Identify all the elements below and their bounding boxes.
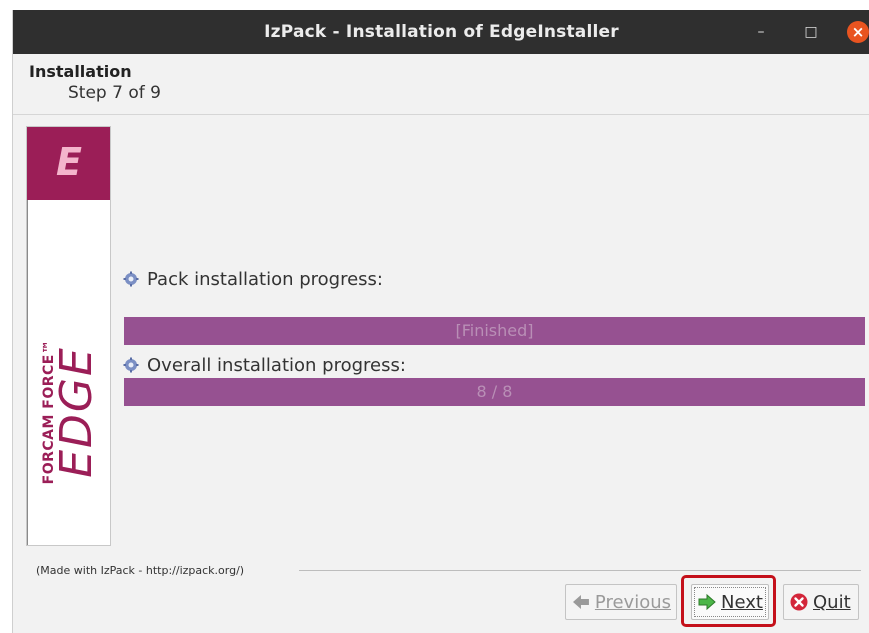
- brand-vertical: FORCAM FORCE™ EDGE: [37, 282, 102, 542]
- quit-button-label: Quit: [813, 591, 851, 613]
- window-title: IzPack - Installation of EdgeInstaller: [264, 22, 619, 42]
- close-button[interactable]: ×: [847, 21, 869, 43]
- title-bar[interactable]: IzPack - Installation of EdgeInstaller –…: [13, 10, 869, 54]
- overall-progress-status: 8 / 8: [476, 382, 513, 401]
- previous-button-label: Previous: [594, 591, 671, 613]
- made-with-note: (Made with IzPack - http://izpack.org/): [36, 564, 245, 577]
- logo-box: E: [27, 127, 110, 200]
- arrow-left-icon: [572, 595, 589, 609]
- brand-name-large: EDGE: [51, 346, 102, 478]
- pack-progress-status: [Finished]: [455, 321, 534, 340]
- sidebar-banner: E FORCAM FORCE™ EDGE: [26, 126, 111, 546]
- header-divider: [13, 114, 869, 115]
- edge-logo-icon: E: [56, 140, 82, 184]
- maximize-button[interactable]: □: [801, 22, 821, 42]
- quit-icon: [790, 593, 808, 611]
- minimize-button[interactable]: –: [751, 22, 771, 42]
- quit-button[interactable]: Quit: [783, 584, 859, 620]
- overall-progress-bar: 8 / 8: [124, 378, 865, 406]
- pack-progress-text: Pack installation progress:: [147, 269, 383, 290]
- page-title: Installation: [29, 62, 132, 81]
- footer-divider: [299, 570, 861, 571]
- pack-progress-bar: [Finished]: [124, 317, 865, 345]
- gear-icon: [123, 271, 139, 287]
- installer-window: IzPack - Installation of EdgeInstaller –…: [12, 10, 869, 633]
- gear-icon: [123, 357, 139, 373]
- step-indicator: Step 7 of 9: [68, 83, 161, 103]
- previous-button[interactable]: Previous: [565, 584, 677, 620]
- next-button-highlight: [681, 575, 776, 627]
- overall-progress-label: Overall installation progress:: [123, 355, 406, 376]
- overall-progress-text: Overall installation progress:: [147, 355, 406, 376]
- pack-progress-label: Pack installation progress:: [123, 269, 383, 290]
